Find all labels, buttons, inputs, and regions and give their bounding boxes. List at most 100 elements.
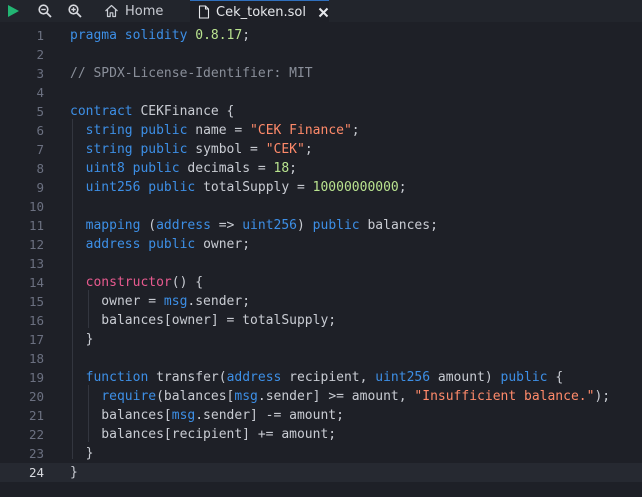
play-icon[interactable] (2, 0, 24, 22)
code-text: mapping (address => uint256) public bala… (70, 216, 438, 235)
code-token: public (148, 180, 196, 195)
line-number: 12 (28, 237, 44, 252)
code-text: balances[msg.sender] -= amount; (70, 406, 344, 425)
line-number: 7 (36, 142, 44, 157)
code-token: .sender] >= amount, (257, 389, 415, 404)
line-number: 13 (28, 256, 44, 271)
code-line[interactable]: 6 string public name = "CEK Finance"; (0, 121, 642, 140)
code-line[interactable]: 14 constructor() { (0, 273, 642, 292)
code-token: msg (163, 294, 188, 309)
line-number: 19 (28, 370, 44, 385)
code-token: mapping (85, 218, 141, 233)
code-line[interactable]: 23 } (0, 444, 642, 463)
code-text: balances[owner] = totalSupply; (70, 311, 336, 330)
code-line[interactable]: 8 uint8 public decimals = 18; (0, 159, 642, 178)
code-token: address (226, 370, 282, 385)
code-token: string (85, 123, 133, 138)
home-icon (105, 4, 118, 18)
code-line[interactable]: 3 // SPDX-License-Identifier: MIT (0, 64, 642, 83)
code-line[interactable]: 4 (0, 83, 642, 102)
zoom-out-icon[interactable] (34, 0, 56, 22)
code-token: balances; (359, 218, 438, 233)
code-token: ) (297, 218, 313, 233)
editor-toolbar: Home Cek_token.sol (0, 0, 642, 23)
code-token: } (70, 332, 94, 347)
code-token: totalSupply = (195, 180, 313, 195)
code-line[interactable]: 5 contract CEKFinance { (0, 102, 642, 121)
code-editor[interactable]: 1 pragma solidity 0.8.17; 2 3// SPDX-Licens… (0, 22, 642, 497)
code-token: owner; (195, 237, 251, 252)
code-text: uint256 public totalSupply = 10000000000… (70, 178, 407, 197)
code-token: 0.8.17 (195, 28, 243, 43)
tab-cek-token-label: Cek_token.sol (216, 4, 306, 20)
code-token: address (156, 218, 211, 233)
code-line[interactable]: 11 mapping (address => uint256) public b… (0, 216, 642, 235)
code-token: amount) (430, 370, 501, 385)
code-token: public (312, 218, 360, 233)
code-token: balances[owner] = totalSupply; (70, 313, 337, 328)
code-token: constructor (85, 275, 172, 290)
code-token: balances[recipient] += amount; (70, 427, 337, 442)
line-number: 9 (36, 180, 44, 195)
code-line[interactable]: 18 (0, 349, 642, 368)
line-number: 3 (36, 66, 44, 81)
code-token: solidity (124, 28, 188, 43)
line-number: 23 (28, 446, 44, 461)
line-number: 6 (36, 123, 44, 138)
code-token: symbol = (187, 142, 266, 157)
code-token: { (547, 370, 564, 385)
line-number: 24 (28, 465, 44, 480)
close-icon[interactable] (318, 7, 329, 18)
code-token: } (70, 465, 78, 480)
code-line[interactable]: 21 balances[msg.sender] -= amount; (0, 406, 642, 425)
code-line[interactable]: 19 function transfer(address recipient, … (0, 368, 642, 387)
code-text: owner = msg.sender; (70, 292, 250, 311)
code-text: } (70, 444, 94, 463)
code-token: ( (140, 218, 157, 233)
code-line[interactable]: 12 address public owner; (0, 235, 642, 254)
code-line[interactable]: 20 require(balances[msg.sender] >= amoun… (0, 387, 642, 406)
tab-home[interactable]: Home (98, 0, 194, 22)
line-number: 4 (36, 85, 44, 100)
code-line[interactable]: 22 balances[recipient] += amount; (0, 425, 642, 444)
code-token: "CEK" (265, 142, 305, 157)
code-line[interactable]: 1 pragma solidity 0.8.17; (0, 26, 642, 45)
zoom-in-icon[interactable] (64, 0, 86, 22)
code-token: uint256 (85, 180, 141, 195)
line-number: 22 (28, 427, 44, 442)
tab-cek-token[interactable]: Cek_token.sol (190, 0, 329, 23)
line-number: 16 (28, 313, 44, 328)
code-token: uint256 (375, 370, 431, 385)
code-token: public (132, 161, 180, 176)
code-token: public (148, 237, 196, 252)
code-line[interactable]: 15 owner = msg.sender; (0, 292, 642, 311)
code-line[interactable]: 7 string public symbol = "CEK"; (0, 140, 642, 159)
code-token: name = (187, 123, 251, 138)
code-line[interactable]: 10 (0, 197, 642, 216)
line-number: 2 (36, 47, 44, 62)
line-number: 5 (36, 104, 44, 119)
code-text: } (70, 330, 94, 349)
code-line[interactable]: 17 } (0, 330, 642, 349)
code-token: uint256 (242, 218, 298, 233)
code-line[interactable]: 24} (0, 463, 642, 482)
code-token: ; (398, 180, 407, 195)
code-text: string public symbol = "CEK"; (70, 140, 313, 159)
code-text: uint8 public decimals = 18; (70, 159, 297, 178)
code-line[interactable]: 9 uint256 public totalSupply = 100000000… (0, 178, 642, 197)
code-token: contract (70, 104, 133, 119)
code-line[interactable]: 13 (0, 254, 642, 273)
code-token: msg (234, 389, 258, 404)
code-token: => (210, 218, 243, 233)
code-line[interactable]: 2 (0, 45, 642, 64)
code-token: () { (171, 275, 204, 290)
code-text: string public name = "CEK Finance"; (70, 121, 360, 140)
code-token: .sender; (187, 294, 251, 309)
code-line[interactable]: 16 balances[owner] = totalSupply; (0, 311, 642, 330)
